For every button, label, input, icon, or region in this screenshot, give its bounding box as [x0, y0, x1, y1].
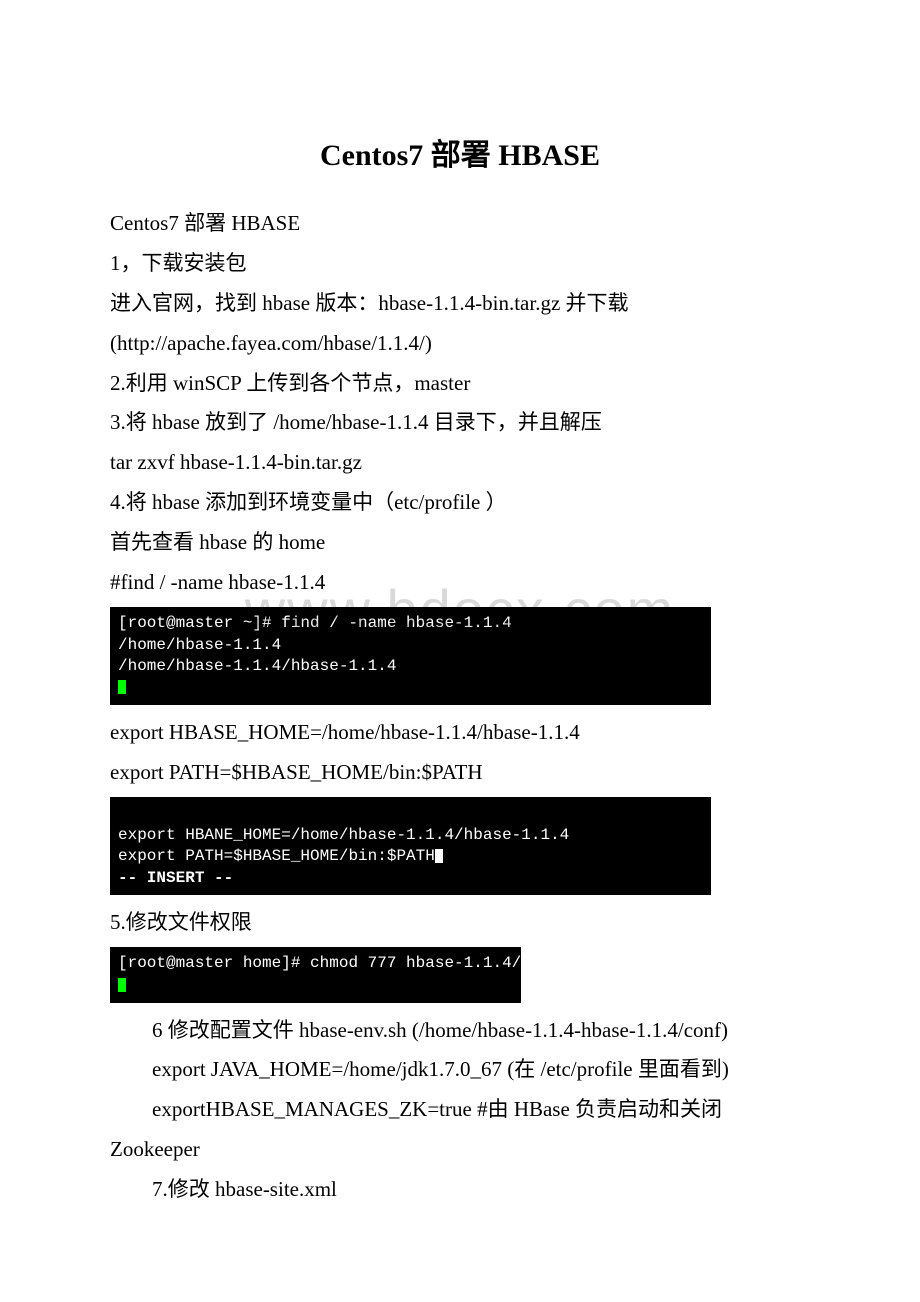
- body-text: 6 修改配置文件 hbase-env.sh (/home/hbase-1.1.4…: [110, 1011, 810, 1051]
- terminal-line: [root@master ~]# find / -name hbase-1.1.…: [118, 614, 512, 632]
- body-text: 7.修改 hbase-site.xml: [110, 1170, 810, 1210]
- body-text: 2.利用 winSCP 上传到各个节点，master: [110, 364, 810, 404]
- body-text: 4.将 hbase 添加到环境变量中（etc/profile ）: [110, 483, 810, 523]
- body-text: 3.将 hbase 放到了 /home/hbase-1.1.4 目录下，并且解压: [110, 403, 810, 443]
- terminal-screenshot: export HBANE_HOME=/home/hbase-1.1.4/hbas…: [110, 797, 711, 895]
- body-text: Centos7 部署 HBASE: [110, 204, 810, 244]
- terminal-screenshot: [root@master home]# chmod 777 hbase-1.1.…: [110, 947, 521, 1002]
- terminal-line: [root@master home]# chmod 777 hbase-1.1.…: [118, 954, 521, 972]
- body-text: #find / -name hbase-1.1.4: [110, 563, 810, 603]
- terminal-line: export HBANE_HOME=/home/hbase-1.1.4/hbas…: [118, 826, 569, 844]
- body-text: 1，下载安装包: [110, 244, 810, 284]
- terminal-line: /home/hbase-1.1.4: [118, 636, 281, 654]
- body-text: (http://apache.fayea.com/hbase/1.1.4/): [110, 324, 810, 364]
- cursor-icon: [118, 680, 126, 694]
- body-text: export JAVA_HOME=/home/jdk1.7.0_67 (在 /e…: [110, 1050, 810, 1090]
- terminal-line: /home/hbase-1.1.4/hbase-1.1.4: [118, 657, 396, 675]
- body-text-span: exportHBASE_MANAGES_ZK=true #由 HBase 负责启…: [110, 1097, 722, 1161]
- cursor-icon: [118, 978, 126, 992]
- body-text: export PATH=$HBASE_HOME/bin:$PATH: [110, 753, 810, 793]
- body-text: 5.修改文件权限: [110, 903, 810, 943]
- terminal-screenshot: [root@master ~]# find / -name hbase-1.1.…: [110, 607, 711, 705]
- body-text: tar zxvf hbase-1.1.4-bin.tar.gz: [110, 443, 810, 483]
- terminal-line: -- INSERT --: [118, 869, 233, 887]
- body-text: 进入官网，找到 hbase 版本：hbase-1.1.4-bin.tar.gz …: [110, 284, 810, 324]
- page-title: Centos7 部署 HBASE: [110, 130, 810, 174]
- body-text: export HBASE_HOME=/home/hbase-1.1.4/hbas…: [110, 713, 810, 753]
- body-text: exportHBASE_MANAGES_ZK=true #由 HBase 负责启…: [110, 1090, 810, 1170]
- body-text: 首先查看 hbase 的 home: [110, 523, 810, 563]
- document-page: www.bdocx.com Centos7 部署 HBASE Centos7 部…: [0, 0, 920, 1290]
- cursor-icon: [435, 849, 443, 863]
- terminal-line: export PATH=$HBASE_HOME/bin:$PATH: [118, 847, 435, 865]
